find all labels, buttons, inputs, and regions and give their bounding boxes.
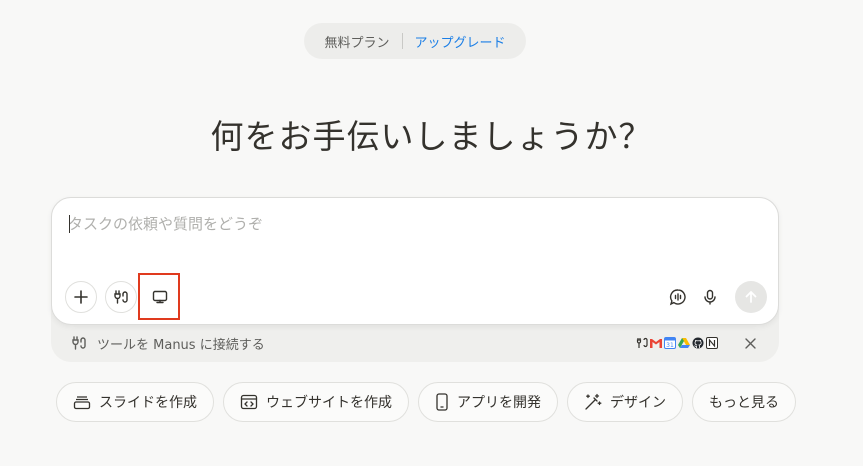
plug-icon: [114, 290, 128, 304]
chip-label: ウェブサイトを作成: [266, 395, 392, 411]
connect-tools-bar[interactable]: ツールを Manus に接続する 31: [51, 325, 779, 362]
add-button[interactable]: [65, 281, 97, 313]
close-icon: [744, 337, 756, 349]
tools-button[interactable]: [105, 281, 137, 313]
page-title: 何をお手伝いしましょうか？: [210, 117, 653, 156]
magic-wand-icon: [585, 393, 602, 410]
chip-create-slides[interactable]: スライドを作成: [56, 382, 214, 422]
composer: [51, 197, 779, 325]
dismiss-button[interactable]: [741, 334, 759, 352]
gmail-icon: [649, 336, 662, 350]
plug-icon: [72, 336, 86, 350]
chip-label: もっと見る: [709, 395, 779, 411]
chip-label: スライドを作成: [99, 395, 197, 411]
github-icon: [691, 336, 704, 350]
chip-label: アプリを開発: [457, 395, 541, 411]
plus-icon: [74, 290, 88, 304]
send-button[interactable]: [735, 281, 767, 313]
upgrade-link[interactable]: アップグレード: [415, 32, 506, 51]
prompt-input[interactable]: [68, 212, 758, 236]
svg-text:31: 31: [666, 342, 674, 349]
suggestion-chips: スライドを作成 ウェブサイトを作成 アプリを開発 デザイン もっと見る: [56, 382, 796, 422]
current-plan-label: 無料プラン: [324, 35, 390, 51]
tools-icon: [635, 336, 648, 350]
slides-icon: [73, 396, 91, 410]
calendar-icon: 31: [663, 336, 676, 350]
connected-apps: 31: [635, 336, 718, 350]
arrow-up-icon: [745, 291, 757, 303]
monitor-icon: [152, 290, 168, 304]
computer-button[interactable]: [146, 283, 174, 311]
plan-divider: [401, 33, 403, 49]
phone-icon: [436, 393, 448, 411]
connect-tools-label: ツールを Manus に接続する: [97, 338, 265, 353]
chip-create-website[interactable]: ウェブサイトを作成: [223, 382, 409, 422]
voice-chat-button[interactable]: [664, 283, 692, 311]
chip-see-more[interactable]: もっと見る: [692, 382, 796, 422]
text-caret: [69, 215, 70, 233]
code-window-icon: [240, 394, 258, 410]
chip-label: デザイン: [610, 395, 666, 411]
plan-pill: 無料プラン アップグレード: [304, 23, 526, 59]
microphone-button[interactable]: [696, 283, 724, 311]
speech-bubble-icon: [669, 289, 686, 306]
microphone-icon: [704, 289, 716, 305]
chip-design[interactable]: デザイン: [567, 382, 683, 422]
drive-icon: [677, 336, 690, 350]
chip-develop-app[interactable]: アプリを開発: [418, 382, 558, 422]
notion-icon: [705, 336, 718, 350]
